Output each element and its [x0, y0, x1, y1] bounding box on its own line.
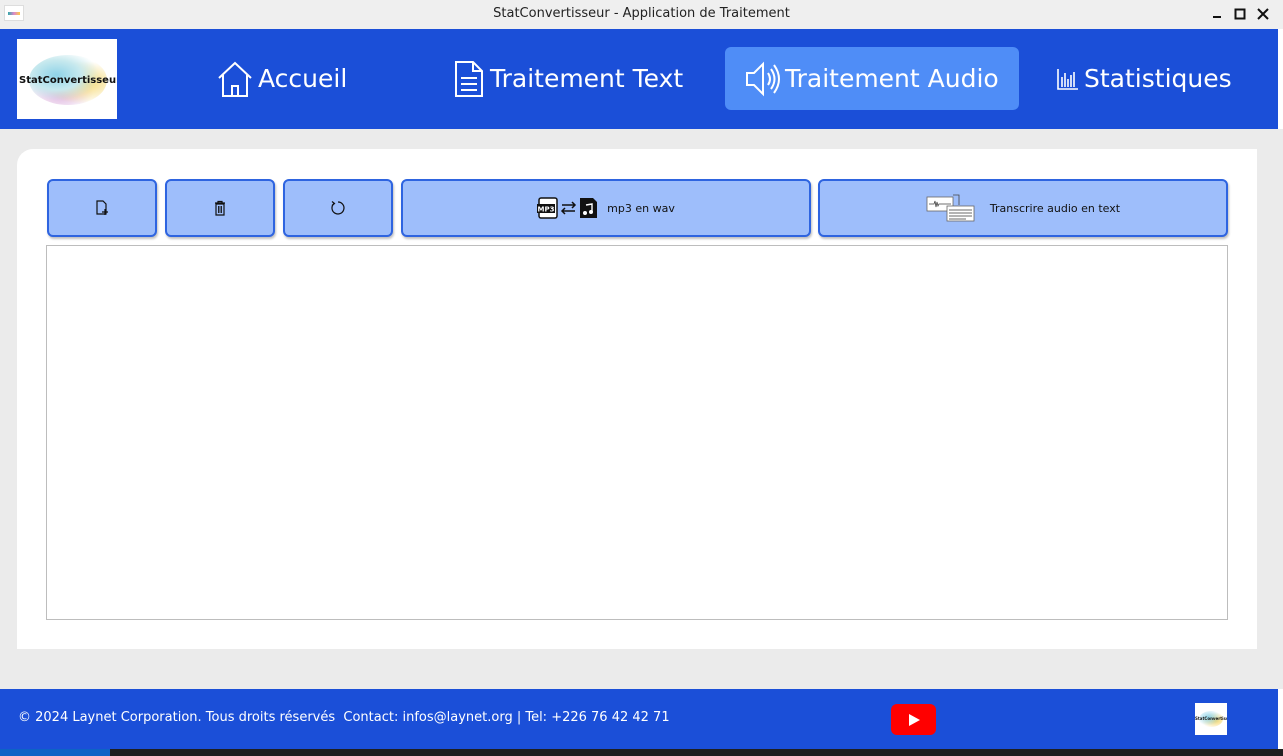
home-icon [218, 61, 252, 97]
youtube-button[interactable] [891, 704, 936, 735]
app-logo: StatConvertisseur [17, 39, 117, 119]
nav-traitement-text[interactable]: Traitement Text [450, 47, 690, 110]
close-icon [1257, 8, 1269, 20]
nav-traitement-audio[interactable]: Traitement Audio [725, 47, 1019, 110]
remote-indicator [0, 749, 110, 756]
document-icon [455, 60, 483, 97]
mp3-to-wav-icon: MP3 [537, 197, 598, 219]
logo-text: StatConvertisseur [19, 75, 117, 86]
youtube-icon [908, 713, 920, 726]
maximize-icon [1234, 8, 1246, 20]
delete-button[interactable] [165, 179, 275, 237]
footer: © 2024 Laynet Corporation. Tous droits r… [0, 689, 1278, 749]
speaker-icon [746, 61, 780, 96]
audio-processing-panel: MP3 mp3 en wav Transcrire audio en text [17, 149, 1257, 649]
refresh-button[interactable] [283, 179, 393, 237]
refresh-icon [331, 201, 345, 215]
minimize-button[interactable] [1207, 4, 1227, 24]
header-nav-bar: StatConvertisseur Accueil Traitement Tex… [0, 29, 1278, 129]
maximize-button[interactable] [1230, 4, 1250, 24]
new-file-icon [96, 200, 108, 215]
trash-icon [215, 200, 225, 216]
bar-chart-icon [1057, 68, 1078, 90]
footer-logo: StatConvertisseur [1195, 703, 1227, 735]
footer-edge [1278, 689, 1283, 749]
close-button[interactable] [1253, 4, 1273, 24]
mp3-to-wav-button[interactable]: MP3 mp3 en wav [401, 179, 811, 237]
nav-label: Statistiques [1084, 64, 1232, 93]
background-status-bar [0, 749, 1283, 756]
footer-logo-text: StatConvertisseur [1195, 716, 1227, 721]
transcribe-label: Transcrire audio en text [989, 201, 1121, 215]
footer-copyright: © 2024 Laynet Corporation. Tous droits r… [18, 710, 670, 725]
window-title: StatConvertisseur - Application de Trait… [493, 6, 790, 21]
svg-text:MP3: MP3 [538, 206, 555, 214]
nav-label: Traitement Text [490, 64, 684, 93]
window-title-bar: StatConvertisseur - Application de Trait… [0, 0, 1283, 30]
audio-text-output-area[interactable] [46, 245, 1228, 620]
nav-statistiques[interactable]: Statistiques [1054, 47, 1234, 110]
transcribe-icon [926, 194, 975, 222]
nav-label: Traitement Audio [785, 64, 999, 93]
transcribe-audio-button[interactable]: Transcrire audio en text [818, 179, 1228, 237]
minimize-icon [1213, 16, 1221, 18]
convert-label: mp3 en wav [607, 201, 675, 215]
new-file-button[interactable] [47, 179, 157, 237]
nav-accueil[interactable]: Accueil [212, 47, 352, 110]
header-edge [1278, 29, 1283, 129]
nav-label: Accueil [258, 64, 348, 93]
